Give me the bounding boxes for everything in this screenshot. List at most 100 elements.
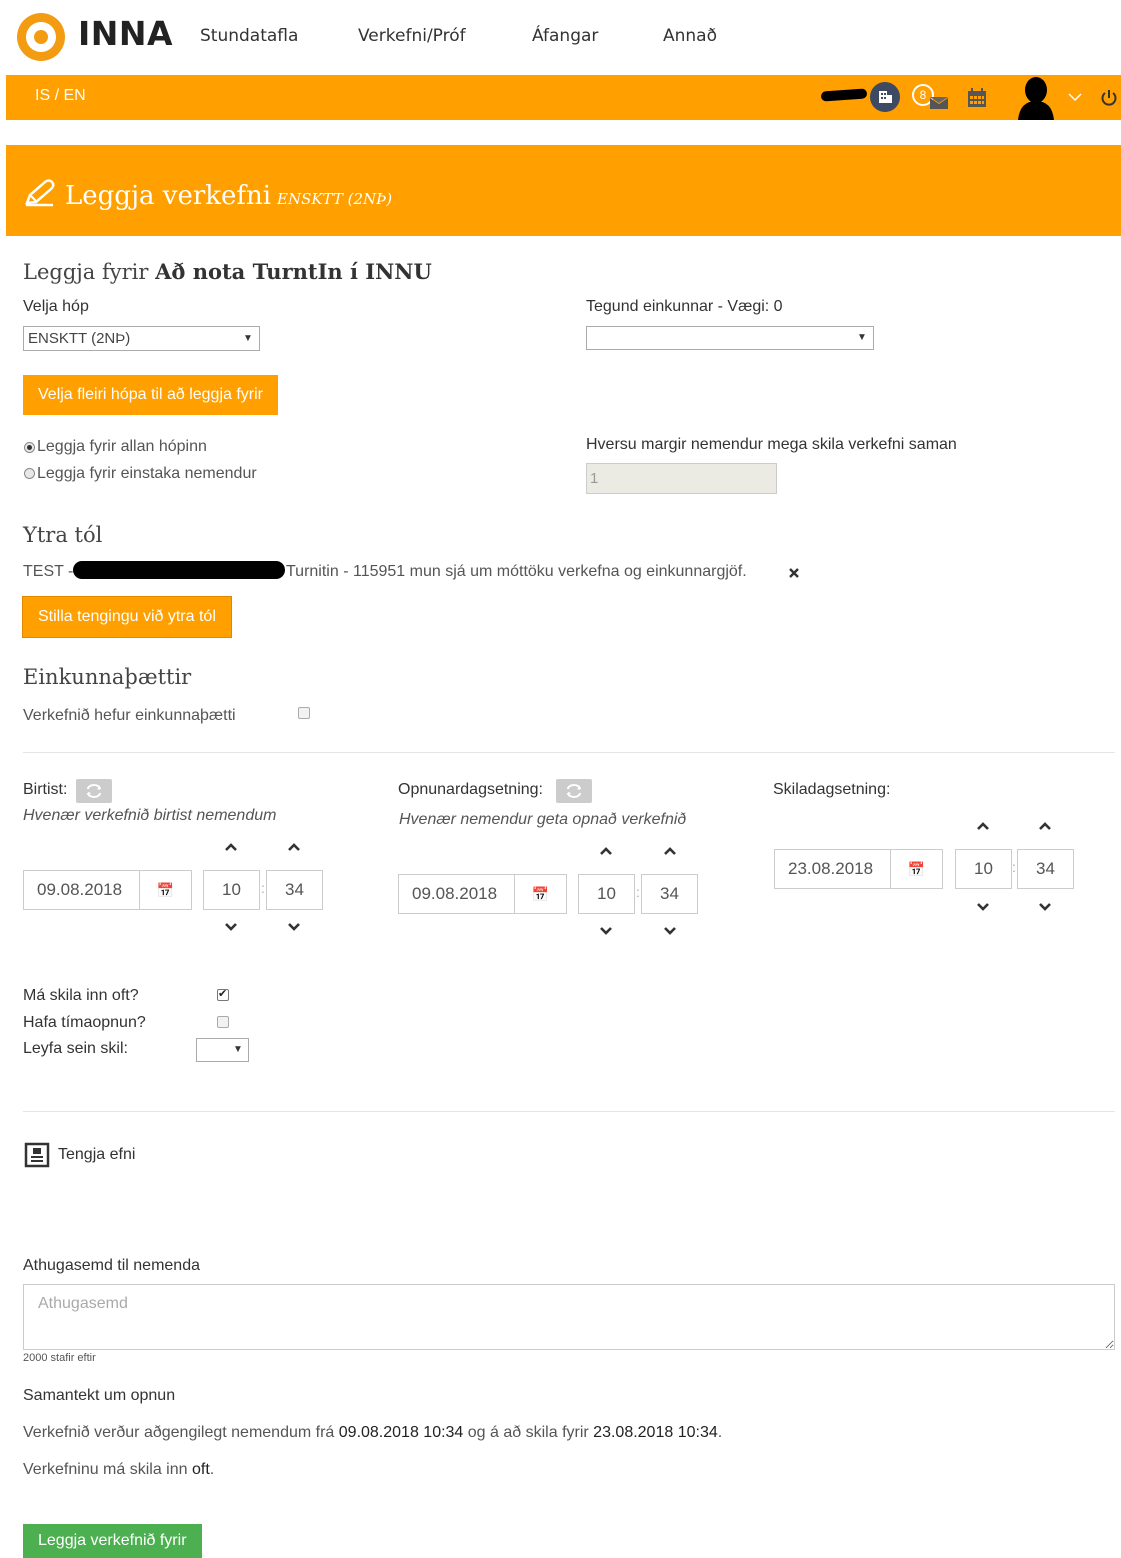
configure-external-tool-button[interactable]: Stilla tengingu við ytra tól bbox=[23, 597, 231, 637]
summary-text: og á að skila fyrir bbox=[467, 1424, 589, 1441]
multi-submit-label: Má skila inn oft? bbox=[23, 987, 139, 1004]
due-minute-down-icon[interactable] bbox=[1038, 900, 1052, 914]
open-refresh-icon[interactable] bbox=[556, 779, 592, 803]
external-tool-heading: Ytra tól bbox=[23, 523, 103, 547]
link-content-label[interactable]: Tengja efni bbox=[58, 1146, 135, 1164]
submit-assignment-button[interactable]: Leggja verkefnið fyrir bbox=[23, 1524, 202, 1558]
top-navigation: INNA Stundatafla Verkefni/Próf Áfangar A… bbox=[0, 0, 1121, 75]
more-groups-button[interactable]: Velja fleiri hópa til að leggja fyrir bbox=[23, 375, 279, 415]
due-date-label: Skiladagsetning: bbox=[773, 781, 891, 798]
multi-submit-checkbox[interactable] bbox=[217, 987, 229, 1001]
open-date-hint: Hvenær nemendur geta opnað verkefnið bbox=[399, 811, 687, 828]
students-together-input[interactable]: 1 bbox=[586, 463, 777, 494]
user-toolbar: IS / EN 8 bbox=[6, 75, 1121, 120]
due-date-input[interactable]: 23.08.2018 bbox=[774, 849, 891, 889]
brand-name[interactable]: INNA bbox=[78, 14, 173, 53]
summary-text: Verkefninu má skila inn bbox=[23, 1461, 188, 1478]
open-minute-input[interactable]: 34 bbox=[641, 874, 698, 914]
remove-external-tool-icon[interactable] bbox=[788, 566, 800, 583]
publish-label: Birtist: bbox=[23, 781, 68, 798]
radio-individual-students-label[interactable]: Leggja fyrir einstaka nemendur bbox=[37, 465, 257, 483]
open-hour-input[interactable]: 10 bbox=[578, 874, 635, 914]
publish-hint: Hvenær verkefnið birtist nemendum bbox=[23, 807, 277, 824]
summary-text: . bbox=[209, 1461, 215, 1478]
publish-hour-up-icon[interactable] bbox=[224, 840, 238, 854]
time-open-label: Hafa tímaopnun? bbox=[23, 1014, 146, 1031]
publish-minute-up-icon[interactable] bbox=[287, 840, 301, 854]
assignment-prefix: Leggja fyrir bbox=[23, 260, 149, 284]
page-header: Leggja verkefni ENSKTT (2NÞ) bbox=[6, 145, 1121, 236]
publish-calendar-icon[interactable]: 📅 bbox=[139, 870, 192, 910]
open-hour-down-icon[interactable] bbox=[599, 924, 613, 938]
open-date-input[interactable]: 09.08.2018 bbox=[398, 874, 515, 914]
assignment-heading: Leggja fyrir Að nota TurntIn í INNU bbox=[23, 259, 432, 284]
divider bbox=[23, 752, 1115, 753]
publish-refresh-icon[interactable] bbox=[76, 779, 112, 803]
summary-text: Verkefnið verður aðgengilegt nemendum fr… bbox=[23, 1424, 335, 1441]
chevron-down-icon[interactable] bbox=[1068, 89, 1082, 106]
page-subtitle: ENSKTT (2NÞ) bbox=[277, 190, 393, 208]
due-hour-input[interactable]: 10 bbox=[955, 849, 1012, 889]
grade-type-select[interactable] bbox=[586, 326, 874, 350]
open-minute-down-icon[interactable] bbox=[663, 924, 677, 938]
late-submit-select[interactable] bbox=[196, 1038, 249, 1062]
time-separator: : bbox=[261, 880, 265, 896]
pencil-icon bbox=[23, 179, 57, 211]
group-select[interactable]: ENSKTT (2NÞ) bbox=[23, 326, 260, 351]
students-together-label: Hversu margir nemendur mega skila verkef… bbox=[586, 436, 957, 453]
time-separator: : bbox=[1012, 859, 1016, 875]
nav-item-verkefni[interactable]: Verkefni/Próf bbox=[358, 26, 466, 46]
open-minute-up-icon[interactable] bbox=[663, 844, 677, 858]
publish-minute-down-icon[interactable] bbox=[287, 920, 301, 934]
due-calendar-icon[interactable]: 📅 bbox=[890, 849, 943, 889]
summary-due-datetime: 23.08.2018 10:34 bbox=[593, 1424, 718, 1441]
open-hour-up-icon[interactable] bbox=[599, 844, 613, 858]
language-switch[interactable]: IS / EN bbox=[35, 87, 86, 105]
open-calendar-icon[interactable]: 📅 bbox=[514, 874, 567, 914]
power-icon[interactable] bbox=[1100, 87, 1118, 111]
publish-date-input[interactable]: 09.08.2018 bbox=[23, 870, 140, 910]
time-open-checkbox[interactable] bbox=[217, 1016, 229, 1028]
document-icon[interactable] bbox=[24, 1142, 50, 1172]
school-icon[interactable] bbox=[870, 82, 900, 112]
due-hour-down-icon[interactable] bbox=[976, 900, 990, 914]
note-textarea[interactable] bbox=[23, 1284, 1115, 1350]
external-tool-prefix: TEST - bbox=[23, 563, 74, 580]
radio-individual-students[interactable] bbox=[24, 468, 35, 479]
external-tool-description: Turnitin - 115951 mun sjá um móttöku ver… bbox=[286, 563, 747, 580]
grade-parts-label: Verkefnið hefur einkunnaþætti bbox=[23, 707, 236, 724]
grade-type-label: Tegund einkunnar - Vægi: 0 bbox=[586, 298, 783, 315]
radio-whole-group-label[interactable]: Leggja fyrir allan hópinn bbox=[37, 438, 207, 456]
open-date-label: Opnunardagsetning: bbox=[398, 781, 543, 798]
assignment-name: Að nota TurntIn í INNU bbox=[155, 259, 432, 284]
envelope-icon[interactable] bbox=[928, 94, 950, 114]
due-minute-input[interactable]: 34 bbox=[1017, 849, 1074, 889]
late-submit-label: Leyfa sein skil: bbox=[23, 1040, 128, 1057]
time-separator: : bbox=[636, 884, 640, 900]
publish-hour-down-icon[interactable] bbox=[224, 920, 238, 934]
group-label: Velja hóp bbox=[23, 298, 89, 315]
summary-line-1: Verkefnið verður aðgengilegt nemendum fr… bbox=[23, 1424, 722, 1442]
due-hour-up-icon[interactable] bbox=[976, 819, 990, 833]
summary-submit-mode: oft bbox=[191, 1461, 210, 1478]
publish-minute-input[interactable]: 34 bbox=[266, 870, 323, 910]
divider bbox=[23, 1111, 1115, 1112]
redacted-name bbox=[820, 88, 868, 102]
summary-open-datetime: 09.08.2018 10:34 bbox=[338, 1424, 464, 1441]
due-minute-up-icon[interactable] bbox=[1038, 819, 1052, 833]
nav-item-afangar[interactable]: Áfangar bbox=[532, 26, 598, 46]
calendar-icon[interactable] bbox=[966, 87, 988, 113]
nav-item-annad[interactable]: Annað bbox=[663, 26, 717, 46]
avatar[interactable] bbox=[1014, 75, 1058, 124]
grade-parts-checkbox[interactable] bbox=[298, 707, 310, 719]
redacted-tool-name bbox=[73, 561, 285, 579]
page-title: Leggja verkefni bbox=[65, 181, 272, 211]
summary-text: . bbox=[717, 1424, 723, 1441]
inna-logo-icon[interactable] bbox=[17, 13, 65, 61]
summary-line-2: Verkefninu má skila inn oft. bbox=[23, 1461, 214, 1479]
publish-hour-input[interactable]: 10 bbox=[203, 870, 260, 910]
summary-heading: Samantekt um opnun bbox=[23, 1387, 176, 1404]
nav-item-stundatafla[interactable]: Stundatafla bbox=[200, 26, 298, 46]
radio-whole-group[interactable] bbox=[24, 442, 35, 453]
grade-parts-heading: Einkunnaþættir bbox=[23, 665, 192, 689]
